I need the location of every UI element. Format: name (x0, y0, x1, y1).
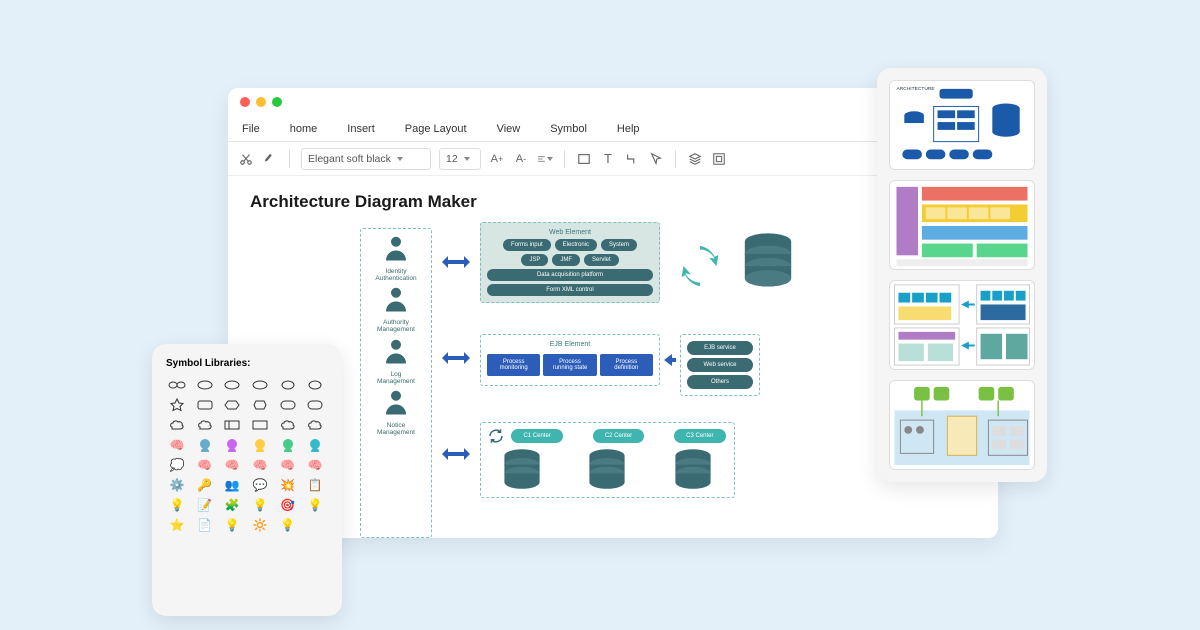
close-icon[interactable] (240, 97, 250, 107)
text-tool-icon[interactable]: T (600, 151, 616, 167)
font-increase-icon[interactable]: A+ (489, 151, 505, 167)
role-log: LogManagement (363, 336, 429, 385)
menu-file[interactable]: File (242, 123, 260, 135)
pointer-tool-icon[interactable] (648, 151, 664, 167)
icon-symbol[interactable]: 📄 (194, 517, 216, 533)
icon-symbol[interactable]: 💡 (166, 497, 188, 513)
cut-icon[interactable] (238, 151, 254, 167)
font-decrease-icon[interactable]: A- (513, 151, 529, 167)
shape-symbol[interactable] (194, 377, 216, 393)
menu-home[interactable]: home (290, 123, 318, 135)
symbol-grid: 🧠 💭 🧠 🧠 🧠 🧠 🧠 ⚙️ 🔑 👥 💬 💥 📋 💡 📝 🧩 💡 🎯 💡 ⭐… (166, 377, 328, 533)
icon-symbol[interactable]: 💥 (277, 477, 299, 493)
shape-symbol[interactable] (249, 397, 271, 413)
sync-icon (678, 244, 722, 288)
icon-symbol[interactable]: 📝 (194, 497, 216, 513)
shape-symbol[interactable] (304, 397, 326, 413)
icon-symbol[interactable] (277, 437, 299, 453)
icon-symbol[interactable]: 🧠 (277, 457, 299, 473)
services-cluster: EJB service Web service Others (680, 334, 760, 396)
shape-symbol[interactable] (221, 377, 243, 393)
shape-symbol[interactable] (194, 397, 216, 413)
shape-symbol[interactable] (277, 377, 299, 393)
canvas-title: Architecture Diagram Maker (250, 192, 976, 212)
arrow-icon (442, 254, 470, 270)
font-size-select[interactable]: 12 (439, 148, 481, 170)
icon-symbol[interactable]: 📋 (304, 477, 326, 493)
svg-text:ARCHITECTURE: ARCHITECTURE (896, 86, 935, 92)
icon-symbol[interactable]: 🔑 (194, 477, 216, 493)
icon-symbol[interactable]: 🔆 (249, 517, 271, 533)
icon-symbol[interactable]: 🧠 (221, 457, 243, 473)
icon-symbol[interactable]: 👥 (221, 477, 243, 493)
diagram: IdentityAuthentication AuthorityManageme… (250, 222, 976, 542)
icon-symbol[interactable]: 🎯 (277, 497, 299, 513)
database-icon (585, 447, 629, 491)
shape-symbol[interactable] (249, 377, 271, 393)
shape-symbol[interactable] (166, 417, 188, 433)
shape-symbol[interactable] (304, 377, 326, 393)
icon-symbol[interactable]: 🧠 (304, 457, 326, 473)
template-gallery: ARCHITECTURE (877, 68, 1047, 482)
connector-tool-icon[interactable] (624, 151, 640, 167)
menu-view[interactable]: View (497, 123, 521, 135)
menu-page-layout[interactable]: Page Layout (405, 123, 467, 135)
icon-symbol[interactable] (194, 437, 216, 453)
maximize-icon[interactable] (272, 97, 282, 107)
icon-symbol[interactable]: 💡 (249, 497, 271, 513)
icon-symbol[interactable] (304, 437, 326, 453)
icon-symbol[interactable]: 🧠 (166, 437, 188, 453)
icon-symbol[interactable] (221, 437, 243, 453)
template-thumbnail[interactable] (889, 380, 1035, 470)
font-select[interactable]: Elegant soft black (301, 148, 431, 170)
roles-cluster: IdentityAuthentication AuthorityManageme… (360, 228, 432, 538)
symbol-libraries-title: Symbol Libraries: (166, 358, 328, 369)
icon-symbol[interactable]: 💡 (221, 517, 243, 533)
icon-symbol[interactable]: 🧩 (221, 497, 243, 513)
symbol-libraries-panel[interactable]: Symbol Libraries: 🧠 💭 🧠 🧠 🧠 🧠 🧠 ⚙️ 🔑 (152, 344, 342, 616)
template-thumbnail[interactable] (889, 180, 1035, 270)
icon-symbol[interactable]: 🧠 (249, 457, 271, 473)
align-icon[interactable] (537, 151, 553, 167)
format-painter-icon[interactable] (262, 151, 278, 167)
icon-symbol[interactable]: 💡 (277, 517, 299, 533)
icon-symbol[interactable]: 💭 (166, 457, 188, 473)
icon-symbol[interactable]: 💡 (304, 497, 326, 513)
menu-insert[interactable]: Insert (347, 123, 375, 135)
ejb-element-cluster: EJB Element Process monitoringProcess ru… (480, 334, 660, 386)
shape-symbol[interactable] (166, 377, 188, 393)
shape-symbol[interactable] (277, 417, 299, 433)
centers-cluster: C1 CenterC2 CenterC3 Center (480, 422, 735, 498)
shape-symbol[interactable] (249, 417, 271, 433)
arrow-icon (442, 350, 470, 366)
menu-help[interactable]: Help (617, 123, 640, 135)
arrow-icon (664, 354, 676, 366)
role-notice: NoticeManagement (363, 387, 429, 436)
role-authority: AuthorityManagement (363, 284, 429, 333)
shape-symbol[interactable] (277, 397, 299, 413)
icon-symbol[interactable]: ⭐ (166, 517, 188, 533)
web-element-cluster: Web Element Forms inputElectronicSystem … (480, 222, 660, 303)
icon-symbol[interactable] (249, 437, 271, 453)
icon-symbol[interactable]: ⚙️ (166, 477, 188, 493)
database-icon (671, 447, 715, 491)
minimize-icon[interactable] (256, 97, 266, 107)
shape-symbol[interactable] (166, 397, 188, 413)
layers-icon[interactable] (687, 151, 703, 167)
group-icon[interactable] (711, 151, 727, 167)
icon-symbol[interactable]: 🧠 (194, 457, 216, 473)
shape-symbol[interactable] (194, 417, 216, 433)
database-icon (500, 447, 544, 491)
rectangle-tool-icon[interactable] (576, 151, 592, 167)
shape-symbol[interactable] (221, 397, 243, 413)
shape-symbol[interactable] (221, 417, 243, 433)
template-thumbnail[interactable] (889, 280, 1035, 370)
template-thumbnail[interactable]: ARCHITECTURE (889, 80, 1035, 170)
role-identity: IdentityAuthentication (363, 233, 429, 282)
database-icon (740, 232, 796, 297)
menu-symbol[interactable]: Symbol (550, 123, 587, 135)
arrow-icon (442, 446, 470, 462)
icon-symbol[interactable]: 💬 (249, 477, 271, 493)
shape-symbol[interactable] (304, 417, 326, 433)
